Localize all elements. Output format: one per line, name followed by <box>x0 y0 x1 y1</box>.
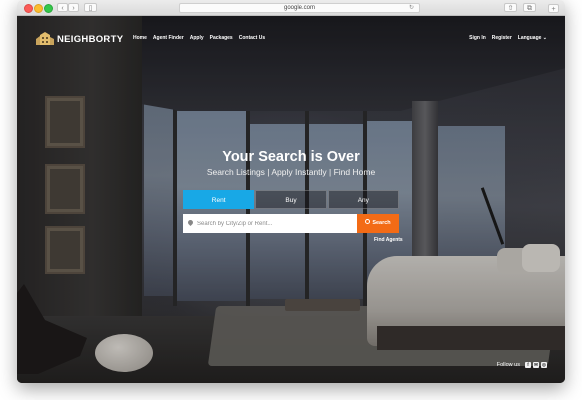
nav-contact-us[interactable]: Contact Us <box>239 35 265 41</box>
find-agents-link[interactable]: Find Agents <box>374 237 403 243</box>
reload-icon[interactable]: ↻ <box>409 4 414 13</box>
nav-apply[interactable]: Apply <box>190 35 204 41</box>
facebook-icon[interactable]: f <box>525 362 531 368</box>
map-pin-icon <box>186 218 195 227</box>
search-type-tabs: Rent Buy Any <box>183 190 399 209</box>
share-button[interactable]: ⇧ <box>504 3 517 12</box>
tabs-icon: ⧉ <box>527 5 532 12</box>
account-nav: Sign In Register Language ⌄ <box>463 35 547 41</box>
social-links: Follow us f ✉ ◎ <box>497 362 547 368</box>
search-icon <box>365 219 371 224</box>
tab-any[interactable]: Any <box>327 190 399 209</box>
search-button-label: Search <box>372 220 391 226</box>
show-tabs-button[interactable]: ⧉ <box>523 3 536 12</box>
nav-home[interactable]: Home <box>133 35 147 41</box>
main-nav: Home Agent Finder Apply Packages Contact… <box>133 35 271 41</box>
site-logo[interactable]: NEIGHBORTY <box>35 32 123 46</box>
follow-us-label: Follow us <box>496 362 520 368</box>
language-dropdown[interactable]: Language ⌄ <box>518 35 547 41</box>
plus-icon: + <box>551 6 556 13</box>
address-bar[interactable]: google.com ↻ <box>179 3 420 13</box>
close-window-button[interactable] <box>24 4 33 13</box>
nav-packages[interactable]: Packages <box>210 35 233 41</box>
hero-headline: Your Search is Over <box>222 149 360 165</box>
sidebar-icon: ▯ <box>88 5 93 12</box>
sign-in-link[interactable]: Sign In <box>469 35 486 41</box>
new-tab-button[interactable]: + <box>548 4 559 13</box>
chevron-left-icon: ‹ <box>61 5 64 12</box>
zoom-window-button[interactable] <box>44 4 53 13</box>
sidebar-toggle-button[interactable]: ▯ <box>84 3 97 12</box>
tab-buy[interactable]: Buy <box>255 190 327 209</box>
chevron-right-icon: › <box>72 5 75 12</box>
tab-rent[interactable]: Rent <box>183 190 255 209</box>
search-button[interactable]: Search <box>357 214 399 233</box>
forward-button[interactable]: › <box>68 3 79 12</box>
browser-window: ‹ › ▯ google.com ↻ ⇧ ⧉ + NEIGHBORTY Home… <box>17 0 565 383</box>
building-logo-icon <box>35 32 55 46</box>
register-link[interactable]: Register <box>492 35 512 41</box>
instagram-icon[interactable]: ◎ <box>541 362 547 368</box>
address-text: google.com <box>283 5 316 11</box>
hero-section: NEIGHBORTY Home Agent Finder Apply Packa… <box>17 16 565 383</box>
back-button[interactable]: ‹ <box>57 3 68 12</box>
search-input[interactable] <box>197 214 347 233</box>
minimize-window-button[interactable] <box>34 4 43 13</box>
search-bar: Search <box>183 214 399 233</box>
email-icon[interactable]: ✉ <box>533 362 539 368</box>
share-icon: ⇧ <box>507 5 514 12</box>
nav-agent-finder[interactable]: Agent Finder <box>153 35 184 41</box>
hero-subline: Search Listings | Apply Instantly | Find… <box>206 167 376 177</box>
browser-toolbar: ‹ › ▯ google.com ↻ ⇧ ⧉ + <box>17 0 565 16</box>
logo-text: NEIGHBORTY <box>57 33 124 45</box>
